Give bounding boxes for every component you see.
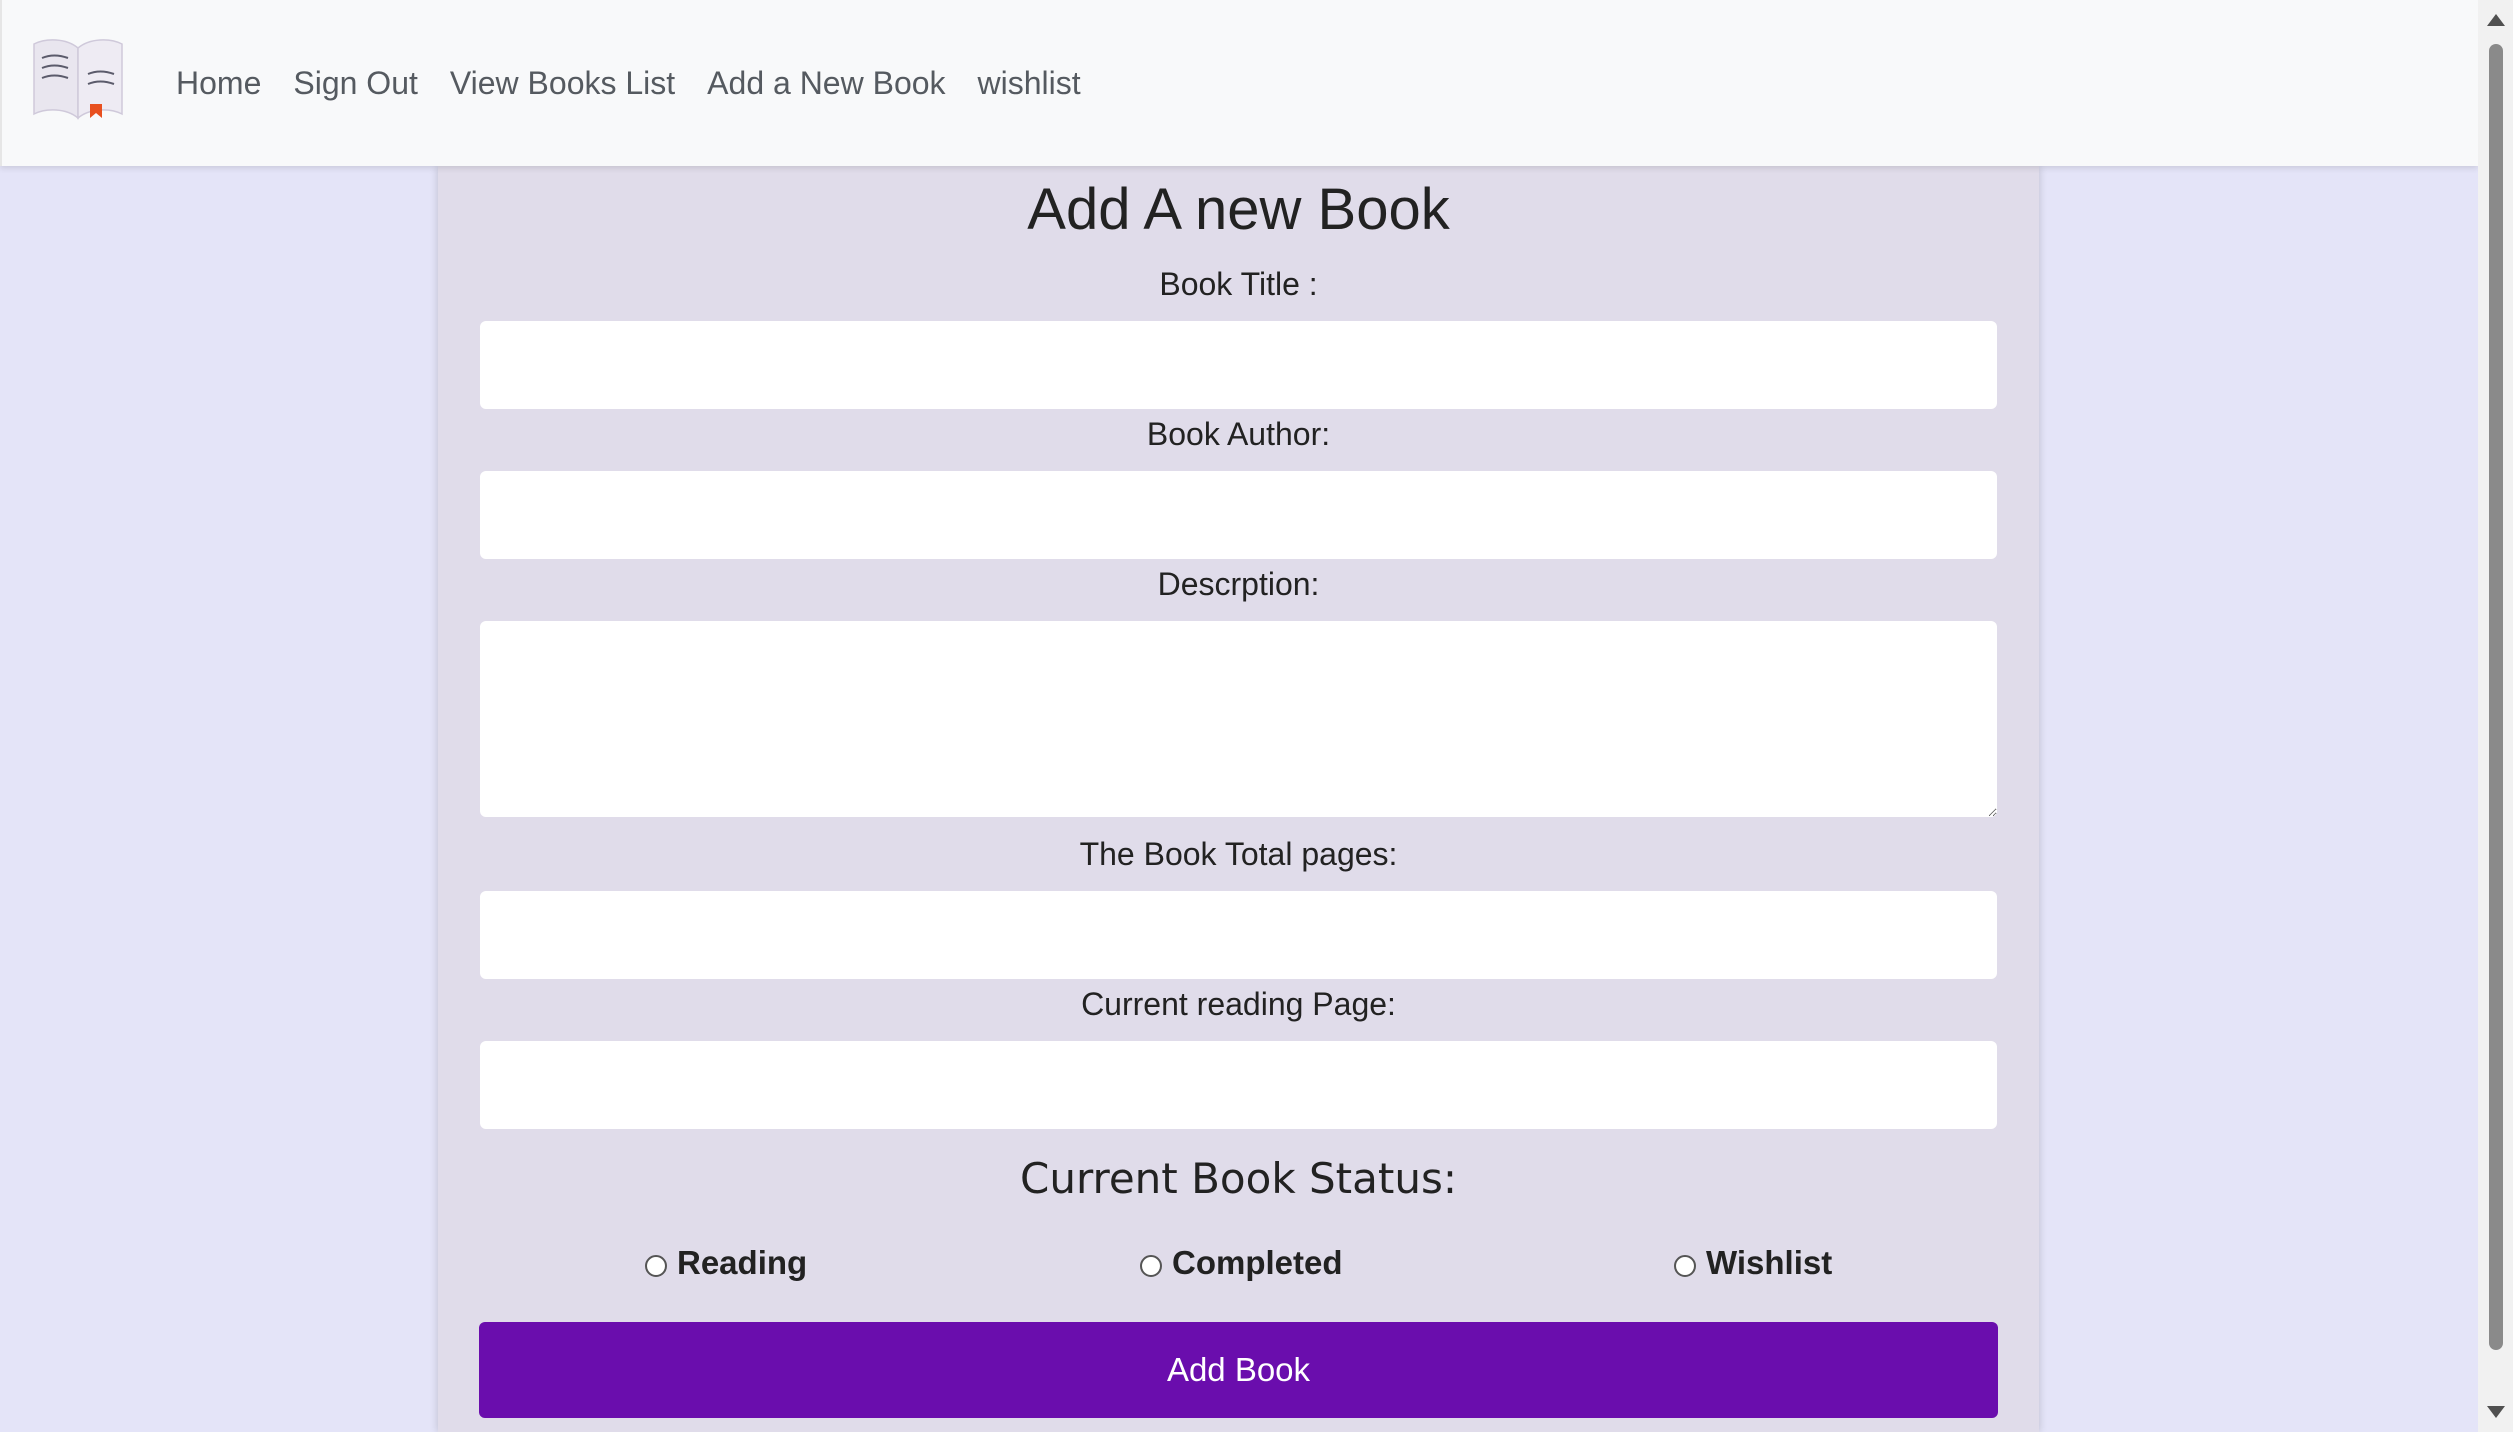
status-heading: Current Book Status: <box>1020 1154 1457 1203</box>
status-reading-label: Reading <box>677 1244 808 1281</box>
book-title-input[interactable] <box>480 321 1997 409</box>
nav-link-view-books-list[interactable]: View Books List <box>450 65 675 102</box>
nav-link-add-new-book[interactable]: Add a New Book <box>707 65 945 102</box>
current-page-input[interactable] <box>480 1041 1997 1129</box>
radio-circle-wishlist[interactable] <box>1674 1255 1696 1277</box>
status-radio-completed[interactable]: Completed <box>1140 1244 1343 1282</box>
radio-circle-completed[interactable] <box>1140 1255 1162 1277</box>
navbar: Home Sign Out View Books List Add a New … <box>0 0 2478 166</box>
nav-link-sign-out[interactable]: Sign Out <box>293 65 418 102</box>
add-book-form-card: Add A new Book Book Title : Book Author:… <box>438 166 2039 1432</box>
book-title-label: Book Title : <box>1159 266 1318 302</box>
scroll-down-arrow-icon[interactable] <box>2487 1406 2505 1418</box>
description-label: Descrption: <box>1157 566 1320 602</box>
open-book-icon[interactable] <box>32 34 124 122</box>
status-radio-reading[interactable]: Reading <box>645 1244 807 1282</box>
scroll-thumb[interactable] <box>2489 44 2503 1350</box>
nav-links: Home Sign Out View Books List Add a New … <box>176 0 1113 166</box>
page-title: Add A new Book <box>1027 177 1450 242</box>
radio-circle-reading[interactable] <box>645 1255 667 1277</box>
book-author-label: Book Author: <box>1146 416 1331 452</box>
scroll-up-arrow-icon[interactable] <box>2487 14 2505 26</box>
vertical-scrollbar[interactable] <box>2478 0 2513 1432</box>
status-radio-wishlist[interactable]: Wishlist <box>1674 1244 1832 1282</box>
total-pages-input[interactable] <box>480 891 1997 979</box>
add-book-button[interactable]: Add Book <box>479 1322 1998 1418</box>
status-wishlist-label: Wishlist <box>1706 1244 1833 1281</box>
total-pages-label: The Book Total pages: <box>1079 836 1398 872</box>
nav-link-home[interactable]: Home <box>176 65 261 102</box>
current-page-label: Current reading Page: <box>1081 986 1396 1022</box>
description-textarea[interactable] <box>480 621 1997 817</box>
nav-link-wishlist[interactable]: wishlist <box>978 65 1081 102</box>
status-completed-label: Completed <box>1172 1244 1343 1281</box>
book-author-input[interactable] <box>480 471 1997 559</box>
